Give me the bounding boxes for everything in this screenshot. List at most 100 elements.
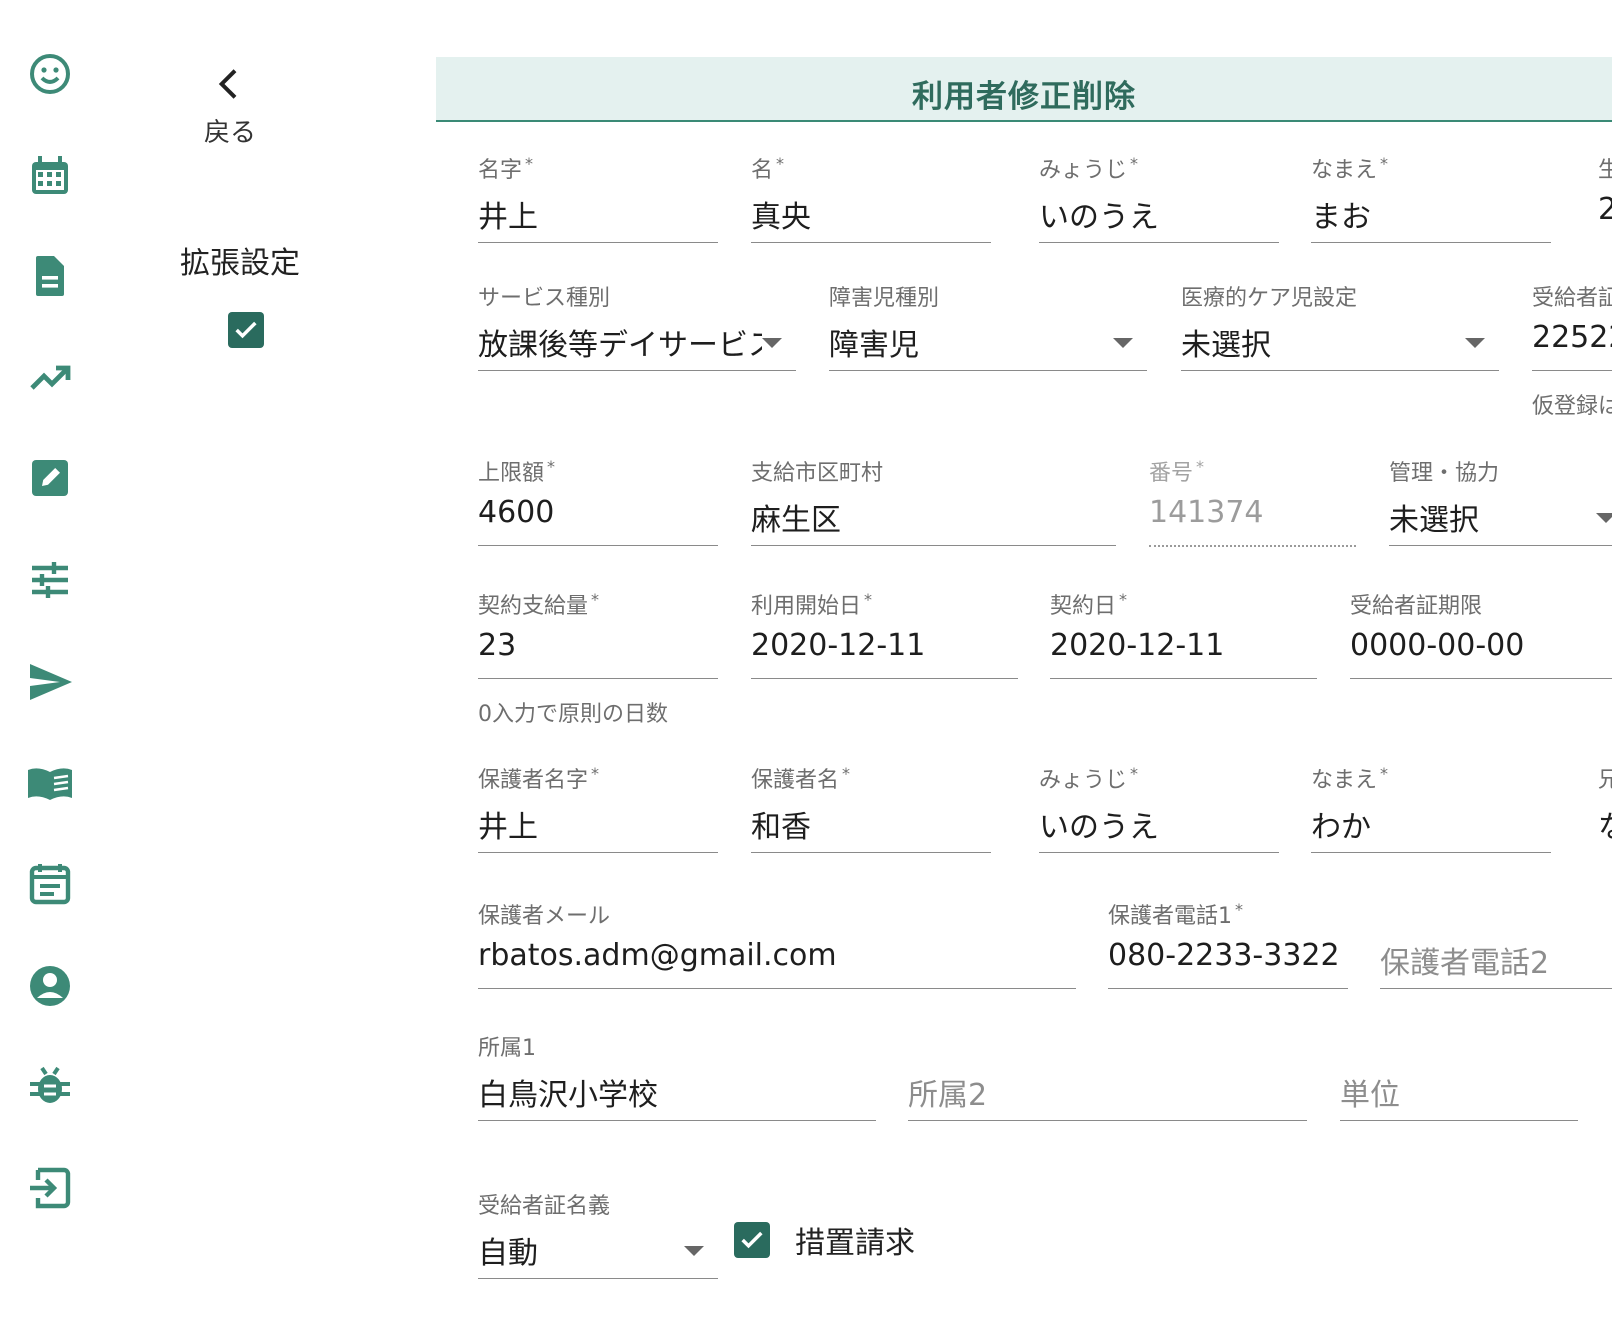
nav-item-account[interactable] — [22, 958, 78, 1014]
check-icon — [235, 321, 257, 339]
guardian-phone1-field[interactable]: 保護者電話1 * 080-2233-3322 — [1108, 898, 1348, 989]
affiliation2-placeholder: 所属2 — [908, 1078, 988, 1113]
medical-care-select[interactable]: 医療的ケア児設定 未選択 — [1181, 280, 1499, 371]
measure-claim-label: 措置請求 — [795, 1226, 915, 1261]
guardian-phone2-field[interactable]: 保護者電話2 — [1380, 898, 1612, 989]
recipient-number-value: 22522 — [1532, 320, 1612, 355]
cert-name-value: 自動 — [478, 1236, 538, 1271]
disability-type-select[interactable]: 障害児種別 障害児 — [829, 280, 1147, 371]
back-button[interactable]: 戻る — [190, 64, 270, 149]
guardian-first-name-field[interactable]: 保護者名 * 和香 — [751, 762, 991, 853]
contract-date-field[interactable]: 契約日 * 2020-12-11 — [1050, 588, 1317, 679]
cert-expiry-field[interactable]: 受給者証期限 0000-00-00 — [1350, 588, 1612, 679]
guardian-last-kana-label: みょうじ — [1039, 768, 1128, 793]
extension-settings-checkbox[interactable] — [228, 312, 264, 348]
book-icon — [28, 768, 72, 800]
nav-item-documents[interactable] — [22, 248, 78, 304]
last-name-label: 名字 — [478, 158, 523, 183]
nav-item-bug-report[interactable] — [22, 1058, 78, 1114]
first-name-field[interactable]: 名 * 真央 — [751, 152, 991, 243]
guardian-first-name-label: 保護者名 — [751, 768, 840, 793]
guardian-email-label: 保護者メール — [478, 904, 611, 929]
guardian-last-kana-field[interactable]: みょうじ * いのうえ — [1039, 762, 1279, 853]
start-date-field[interactable]: 利用開始日 * 2020-12-11 — [751, 588, 1018, 679]
guardian-last-name-value: 井上 — [478, 810, 538, 845]
bug-icon — [30, 1066, 70, 1103]
management-select[interactable]: 管理・協力 未選択 — [1389, 455, 1612, 546]
page-title: 利用者修正削除 — [912, 79, 1136, 115]
unit-field[interactable]: 単位 — [1340, 1030, 1578, 1121]
dropdown-arrow-icon — [684, 1246, 704, 1256]
city-field[interactable]: 支給市区町村 麻生区 — [751, 455, 1116, 546]
guardian-email-value: rbatos.adm@gmail.com — [478, 938, 837, 973]
guardian-first-name-value: 和香 — [751, 810, 811, 845]
nav-item-send[interactable] — [22, 654, 78, 710]
management-label: 管理・協力 — [1389, 461, 1500, 486]
dropdown-arrow-icon — [1113, 338, 1133, 348]
service-type-label: サービス種別 — [478, 286, 611, 311]
guardian-first-kana-label: なまえ — [1311, 768, 1378, 793]
first-kana-field[interactable]: なまえ * まお — [1311, 152, 1551, 243]
affiliation2-field[interactable]: 所属2 — [908, 1030, 1307, 1121]
first-kana-value: まお — [1311, 200, 1371, 235]
cert-expiry-value: 0000-00-00 — [1350, 628, 1525, 663]
logout-icon — [30, 1167, 71, 1209]
service-type-select[interactable]: サービス種別 放課後等デイサービス — [478, 280, 796, 371]
number-label: 番号 — [1149, 461, 1194, 486]
nav-rail — [0, 0, 100, 1318]
sibling-field[interactable]: 兄 な — [1598, 762, 1612, 852]
affiliation1-value: 白鳥沢小学校 — [478, 1078, 658, 1113]
start-date-label: 利用開始日 — [751, 594, 862, 619]
contract-amount-label: 契約支給量 — [478, 594, 589, 619]
nav-item-analytics[interactable] — [22, 350, 78, 406]
measure-claim-checkbox[interactable] — [734, 1222, 770, 1258]
limit-amount-label: 上限額 — [478, 461, 545, 486]
check-icon — [741, 1231, 763, 1249]
contract-amount-helper: 0入力で原則の日数 — [478, 702, 668, 727]
limit-amount-field[interactable]: 上限額 * 4600 — [478, 455, 718, 546]
nav-item-schedule[interactable] — [22, 856, 78, 912]
guardian-first-kana-field[interactable]: なまえ * わか — [1311, 762, 1551, 853]
last-kana-value: いのうえ — [1039, 200, 1159, 235]
nav-item-logout[interactable] — [22, 1160, 78, 1216]
guardian-email-field[interactable]: 保護者メール rbatos.adm@gmail.com — [478, 898, 1076, 989]
contract-date-label: 契約日 — [1050, 594, 1117, 619]
nav-item-edit[interactable] — [22, 450, 78, 506]
sibling-value: な — [1598, 802, 1612, 846]
first-name-label: 名 — [751, 158, 774, 183]
dropdown-arrow-icon — [762, 338, 782, 348]
city-label: 支給市区町村 — [751, 461, 884, 486]
number-field: 番号 * 141374 — [1149, 455, 1356, 547]
recipient-number-label: 受給者証 — [1532, 286, 1612, 311]
last-name-field[interactable]: 名字 * 井上 — [478, 152, 718, 243]
first-name-value: 真央 — [751, 200, 811, 235]
cert-name-label: 受給者証名義 — [478, 1194, 611, 1219]
nav-item-calendar[interactable] — [22, 148, 78, 204]
event-note-icon — [29, 864, 71, 905]
guardian-phone1-label: 保護者電話1 — [1108, 904, 1232, 929]
guardian-last-name-field[interactable]: 保護者名字 * 井上 — [478, 762, 718, 853]
recipient-number-field[interactable]: 受給者証 22522 — [1532, 280, 1612, 371]
last-kana-label: みょうじ — [1039, 158, 1128, 183]
page-header: 利用者修正削除 — [436, 57, 1612, 122]
birth-field[interactable]: 生 2 — [1598, 152, 1612, 242]
contract-amount-field[interactable]: 契約支給量 * 23 — [478, 588, 718, 679]
document-icon — [36, 256, 64, 296]
cert-name-select[interactable]: 受給者証名義 自動 — [478, 1188, 718, 1279]
dropdown-arrow-icon — [1596, 513, 1612, 523]
nav-item-settings[interactable] — [22, 552, 78, 608]
nav-item-users[interactable] — [22, 46, 78, 102]
contract-amount-value: 23 — [478, 628, 517, 663]
guardian-phone2-placeholder: 保護者電話2 — [1380, 946, 1550, 981]
last-kana-field[interactable]: みょうじ * いのうえ — [1039, 152, 1279, 243]
last-name-value: 井上 — [478, 200, 538, 235]
disability-type-label: 障害児種別 — [829, 286, 940, 311]
limit-amount-value: 4600 — [478, 495, 555, 530]
back-label: 戻る — [203, 118, 256, 148]
nav-item-manual[interactable] — [22, 756, 78, 812]
guardian-last-kana-value: いのうえ — [1039, 810, 1159, 845]
affiliation1-field[interactable]: 所属1 白鳥沢小学校 — [478, 1030, 876, 1121]
extension-settings-label: 拡張設定 — [180, 246, 300, 281]
service-type-value: 放課後等デイサービス — [478, 328, 762, 363]
affiliation1-label: 所属1 — [478, 1036, 536, 1061]
